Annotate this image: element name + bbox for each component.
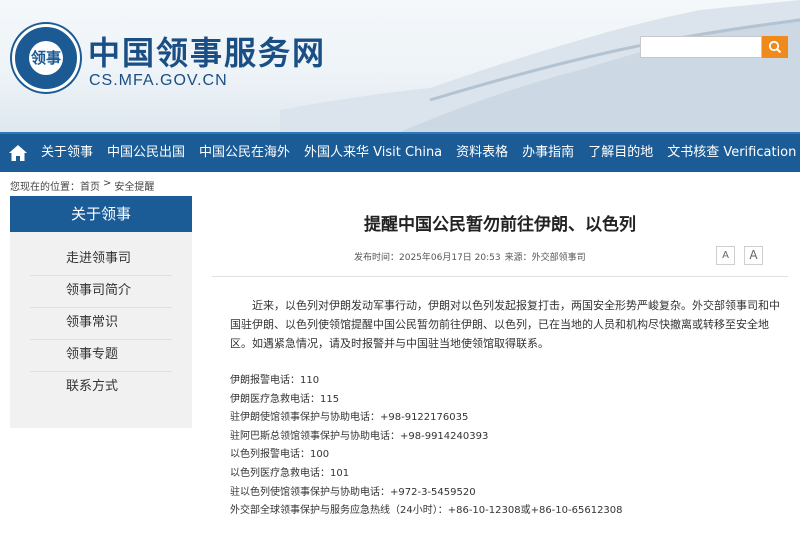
nav-item-about-consular[interactable]: 关于领事 (34, 134, 100, 172)
sidebar-menu: 走进领事司 领事司简介 领事常识 领事专题 联系方式 (10, 232, 192, 404)
breadcrumb-current-link[interactable]: 安全提醒 (114, 178, 154, 193)
sidebar-item-consular-topics[interactable]: 领事专题 (30, 340, 172, 372)
nav-item-verification[interactable]: 文书核查 Verification (660, 134, 800, 172)
site-domain: CS.MFA.GOV.CN (89, 72, 228, 89)
breadcrumb-separator: > (103, 178, 112, 189)
contact-line: 伊朗报警电话：110 (230, 375, 320, 386)
search-box (640, 36, 788, 58)
main-nav: 关于领事 中国公民出国 中国公民在海外 外国人来华 Visit China 资料… (0, 132, 800, 172)
sidebar-heading: 关于领事 (10, 196, 192, 232)
contact-list: 伊朗报警电话：110 伊朗医疗急救电话：115 驻伊朗使馆领事保护与协助电话：+… (230, 372, 785, 521)
article-title: 提醒中国公民暂勿前往伊朗、以色列 (364, 215, 636, 235)
article-source: 来源：外交部领事司 (504, 253, 586, 263)
contact-line: 驻伊朗使馆领事保护与协助电话：+98-9122176035 (230, 412, 469, 424)
publish-time: 发布时间：2025年06月17日 20:53 (354, 253, 501, 263)
home-icon[interactable] (8, 143, 28, 163)
breadcrumb-home-link[interactable]: 首页 (80, 178, 100, 193)
site-title[interactable]: 中国领事服务网 (88, 28, 326, 74)
nav-item-guide[interactable]: 办事指南 (515, 134, 581, 172)
site-header: 领事 中国领事服务网 CS.MFA.GOV.CN (0, 0, 800, 132)
font-size-increase-button[interactable]: A (744, 246, 763, 265)
sidebar-item-contact[interactable]: 联系方式 (30, 372, 172, 404)
contact-line: 以色列医疗急救电话：101 (230, 467, 350, 479)
contact-line: 外交部全球领事保护与服务应急热线（24小时）：+86-10-12308或+86-… (230, 505, 623, 517)
search-button[interactable] (762, 36, 788, 58)
breadcrumb-prefix: 您现在的位置： (10, 182, 80, 193)
nav-item-forms[interactable]: 资料表格 (449, 134, 515, 172)
sidebar: 关于领事 走进领事司 领事司简介 领事常识 领事专题 联系方式 (10, 196, 192, 428)
article-paragraph: 近来，以色列对伊朗发动军事行动，伊朗对以色列发起报复打击，两国安全形势严峻复杂。… (230, 299, 780, 350)
article-divider (212, 276, 788, 277)
sidebar-item-department-profile[interactable]: 领事司简介 (30, 276, 172, 308)
nav-items: 关于领事 中国公民出国 中国公民在海外 外国人来华 Visit China 资料… (34, 134, 800, 172)
nav-item-citizens-abroad[interactable]: 中国公民出国 (100, 134, 192, 172)
search-input[interactable] (640, 36, 762, 58)
great-wall-banner-image (280, 0, 800, 132)
breadcrumb: 您现在的位置： 首页 > 安全提醒 (10, 178, 154, 193)
nav-item-citizens-overseas[interactable]: 中国公民在海外 (192, 134, 297, 172)
contact-line: 驻阿巴斯总领馆领事保护与协助电话：+98-9914240393 (230, 430, 489, 442)
consular-affairs-logo[interactable]: 领事 (12, 24, 80, 92)
sidebar-item-consular-knowledge[interactable]: 领事常识 (30, 308, 172, 340)
contact-line: 伊朗医疗急救电话：115 (230, 393, 340, 405)
font-size-decrease-button[interactable]: A (716, 246, 735, 265)
contact-line: 以色列报警电话：100 (230, 449, 330, 461)
contact-line: 驻以色列使馆领事保护与协助电话：+972-3-5459520 (230, 486, 476, 498)
search-icon (768, 40, 782, 54)
nav-item-destinations[interactable]: 了解目的地 (581, 134, 660, 172)
sidebar-item-intro-department[interactable]: 走进领事司 (30, 244, 172, 276)
logo-emblem: 领事 (29, 41, 63, 75)
nav-item-visit-china[interactable]: 外国人来华 Visit China (297, 134, 449, 172)
article-meta: 发布时间：2025年06月17日 20:53 来源：外交部领事司 (354, 250, 586, 263)
